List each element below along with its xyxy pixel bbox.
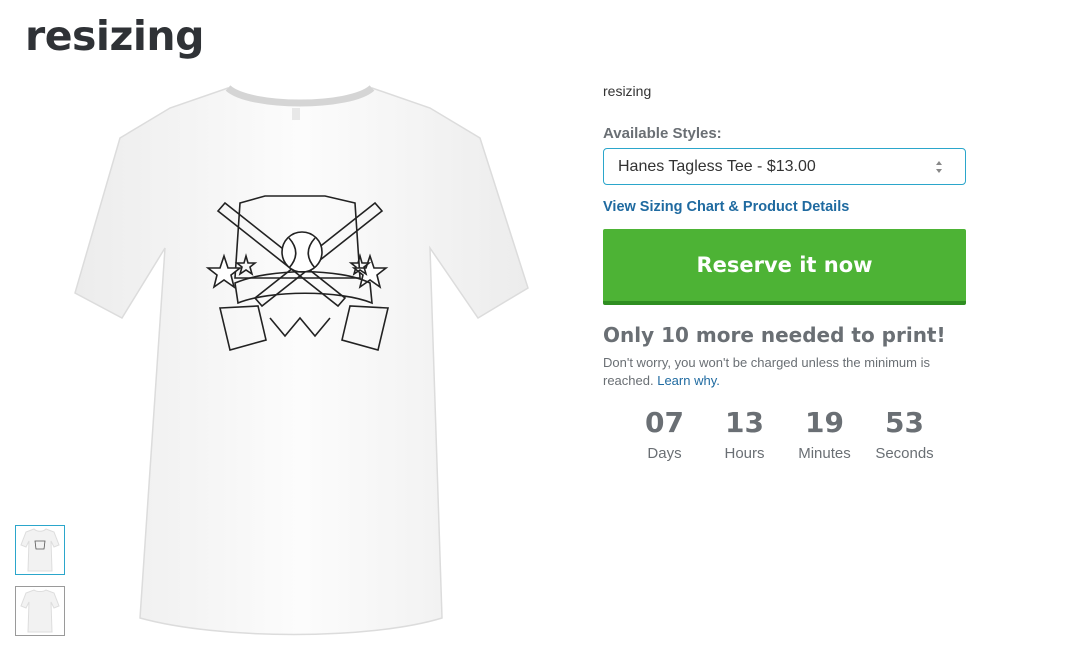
countdown-label: Hours: [724, 445, 765, 462]
countdown-label: Seconds: [875, 445, 934, 462]
learn-why-link[interactable]: Learn why.: [657, 373, 720, 388]
product-subtitle: resizing: [603, 83, 652, 99]
countdown-minutes: 19 Minutes: [785, 406, 865, 462]
product-image: [70, 78, 540, 643]
countdown-seconds: 53 Seconds: [865, 406, 945, 462]
style-select[interactable]: Hanes Tagless Tee - $13.00: [603, 148, 966, 185]
thumbnail-front[interactable]: [15, 525, 65, 575]
countdown-days: 07 Days: [625, 406, 705, 462]
countdown-value: 07: [645, 406, 684, 439]
countdown-timer: 07 Days 13 Hours 19 Minutes 53 Seconds: [603, 406, 966, 462]
reserve-button[interactable]: Reserve it now: [603, 229, 966, 305]
countdown-value: 53: [885, 406, 924, 439]
needed-text: Only 10 more needed to print!: [603, 323, 946, 347]
page-title: resizing: [25, 12, 204, 60]
styles-label: Available Styles:: [603, 125, 722, 142]
thumbnail-list: [15, 525, 65, 647]
style-select-value: Hanes Tagless Tee - $13.00: [618, 157, 816, 175]
countdown-value: 19: [805, 406, 844, 439]
countdown-label: Minutes: [798, 445, 851, 462]
select-arrows-icon: [936, 161, 942, 173]
charge-note: Don't worry, you won't be charged unless…: [603, 354, 966, 390]
sizing-chart-link[interactable]: View Sizing Chart & Product Details: [603, 199, 966, 215]
thumbnail-back[interactable]: [15, 586, 65, 636]
countdown-label: Days: [647, 445, 682, 462]
product-panel: resizing Available Styles: Hanes Tagless…: [603, 80, 966, 462]
countdown-value: 13: [725, 406, 764, 439]
charge-note-text: Don't worry, you won't be charged unless…: [603, 355, 930, 388]
countdown-hours: 13 Hours: [705, 406, 785, 462]
